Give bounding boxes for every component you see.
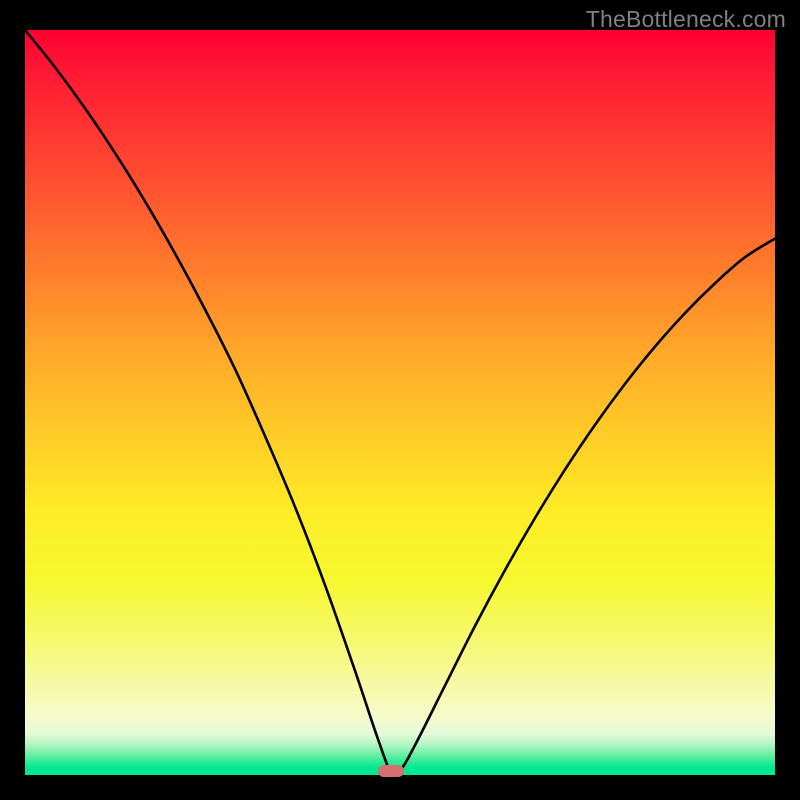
chart-frame: TheBottleneck.com bbox=[0, 0, 800, 800]
bottleneck-curve bbox=[25, 30, 775, 775]
optimal-point-marker bbox=[378, 765, 404, 777]
plot-area bbox=[25, 30, 775, 775]
watermark-text: TheBottleneck.com bbox=[586, 6, 786, 33]
